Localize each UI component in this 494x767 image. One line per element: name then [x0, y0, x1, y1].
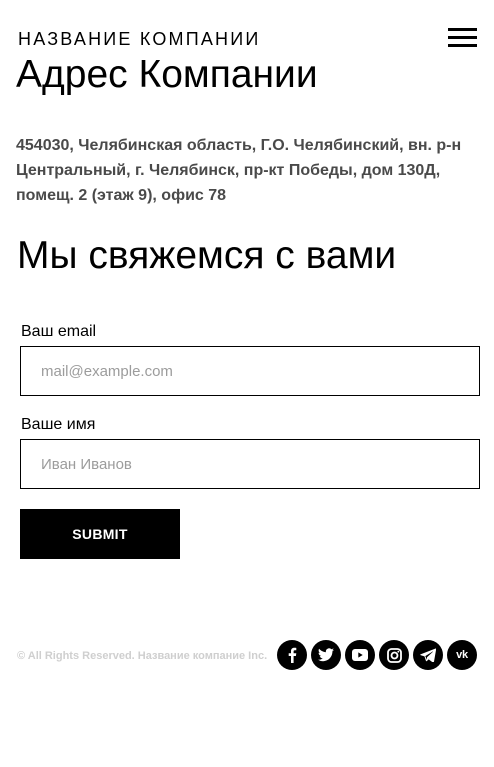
- copyright-text: © All Rights Reserved. Название компание…: [17, 650, 268, 662]
- address-title: Адрес Компании: [16, 53, 318, 96]
- youtube-icon[interactable]: [345, 640, 375, 670]
- email-field[interactable]: [20, 346, 480, 396]
- facebook-icon[interactable]: [277, 640, 307, 670]
- email-label: Ваш email: [21, 323, 97, 340]
- hamburger-menu-icon[interactable]: [448, 27, 478, 49]
- address-text: 454030, Челябинская область, Г.О. Челяби…: [16, 137, 462, 204]
- company-name[interactable]: НАЗВАНИЕ КОМПАНИИ: [18, 28, 261, 50]
- twitter-icon[interactable]: [311, 640, 341, 670]
- vk-icon-text: vk: [456, 649, 468, 661]
- submit-button[interactable]: SUBMIT: [20, 509, 180, 559]
- telegram-icon[interactable]: [413, 640, 443, 670]
- menu-bar: [448, 28, 477, 31]
- vk-icon[interactable]: vk: [447, 640, 477, 670]
- instagram-icon[interactable]: [379, 640, 409, 670]
- menu-bar: [448, 36, 477, 39]
- name-label: Ваше имя: [21, 416, 96, 433]
- name-field[interactable]: [20, 439, 480, 489]
- menu-bar: [448, 44, 477, 47]
- contact-form-title: Мы свяжемся с вами: [17, 234, 397, 277]
